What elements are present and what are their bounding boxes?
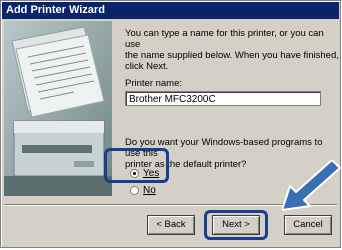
back-button[interactable]: < Back — [147, 215, 195, 235]
radio-no-indicator[interactable] — [130, 185, 139, 195]
radio-no-label: No — [143, 184, 156, 196]
wizard-illustration — [4, 21, 112, 196]
intro-line-3: click Next. — [125, 61, 169, 72]
printer-name-label: Printer name: — [125, 78, 183, 89]
intro-line-2: the name supplied below. When you have f… — [125, 50, 339, 61]
intro-line-1: You can type a name for this printer, or… — [125, 28, 324, 50]
window-title: Add Printer Wizard — [2, 2, 339, 19]
next-button-highlight — [204, 210, 268, 240]
pointer-arrow-icon — [282, 160, 341, 211]
cancel-button[interactable]: Cancel — [284, 215, 332, 235]
yes-option-highlight — [104, 148, 169, 183]
radio-no[interactable]: No — [130, 184, 156, 196]
printer-name-input[interactable]: Brother MFC3200C — [125, 91, 321, 106]
intro-text: You can type a name for this printer, or… — [125, 28, 340, 72]
